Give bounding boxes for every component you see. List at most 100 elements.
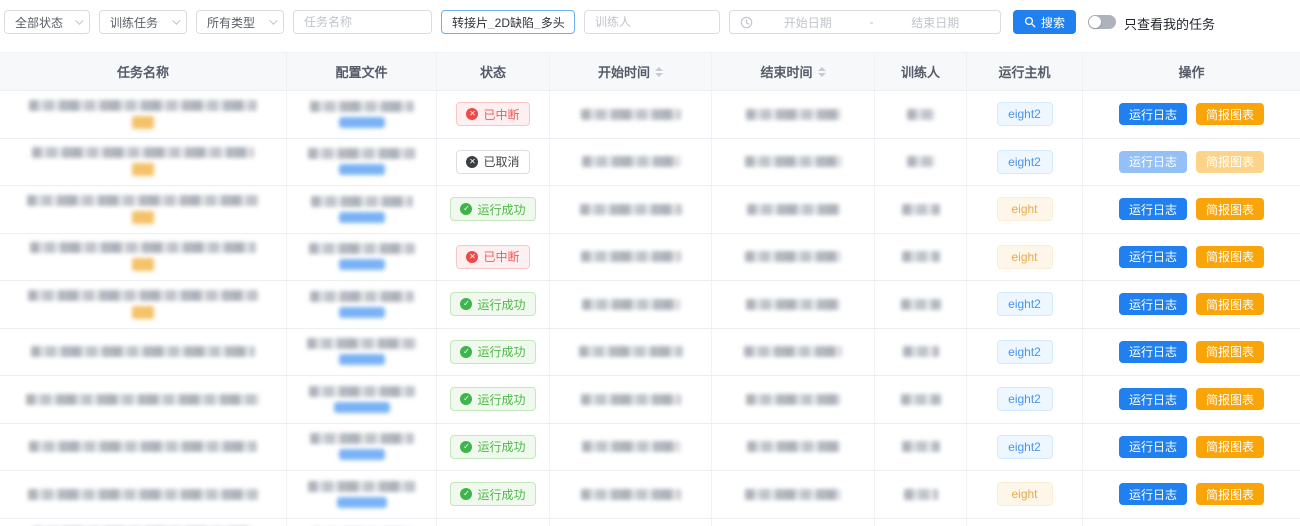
config-file-cell	[287, 519, 437, 526]
category-filter-select[interactable]: 所有类型	[196, 10, 284, 34]
redacted-config-link[interactable]	[339, 212, 385, 223]
status-filter-select[interactable]: 全部状态	[4, 10, 90, 34]
run-log-button[interactable]: 运行日志	[1119, 246, 1187, 268]
status-icon: ✕	[466, 108, 478, 120]
trainer-cell	[875, 519, 967, 526]
report-chart-button[interactable]: 简报图表	[1196, 436, 1264, 458]
redacted-config-link[interactable]	[339, 259, 385, 270]
trainer-cell	[875, 329, 967, 376]
config-file-cell	[287, 424, 437, 471]
category-filter-value: 所有类型	[207, 14, 255, 31]
redacted-config-link[interactable]	[339, 117, 385, 128]
redacted-end-time	[746, 109, 841, 120]
run-log-button[interactable]: 运行日志	[1119, 436, 1187, 458]
trainer-input-wrap	[584, 10, 720, 34]
report-chart-button[interactable]: 简报图表	[1196, 151, 1264, 173]
table-row: ✓ 运行成功 eight 运行日志 简报图表	[0, 186, 1300, 234]
status-badge: ✓ 运行成功	[450, 387, 535, 411]
end-time-cell	[712, 234, 875, 281]
task-name-cell	[0, 234, 287, 281]
redacted-task-name	[28, 290, 258, 301]
filter-bar: 全部状态 训练任务 所有类型 开始日期 - 结束日期 搜索 只查	[0, 0, 1300, 52]
redacted-config-link[interactable]	[339, 449, 385, 460]
redacted-config-link[interactable]	[334, 402, 390, 413]
status-label: 运行成功	[477, 391, 525, 408]
table-row: ✕ 已取消 eight2 运行日志 简报图表	[0, 139, 1300, 187]
report-chart-button[interactable]: 简报图表	[1196, 198, 1264, 220]
redacted-task-name	[30, 242, 256, 253]
config-file-cell	[287, 186, 437, 233]
keyword-input-wrap	[441, 10, 575, 34]
run-log-button[interactable]: 运行日志	[1119, 388, 1187, 410]
redacted-trainer	[907, 109, 935, 120]
end-time-cell	[712, 186, 875, 233]
config-file-cell	[287, 139, 437, 186]
end-date-placeholder[interactable]: 结束日期	[881, 14, 991, 31]
run-log-button[interactable]: 运行日志	[1119, 103, 1187, 125]
actions-cell: 运行日志 简报图表	[1083, 91, 1300, 138]
status-badge: ✓ 运行成功	[450, 197, 535, 221]
table-row: ✕ 已中断 eight 运行日志 简报图表	[0, 234, 1300, 282]
task-name-cell	[0, 139, 287, 186]
table-row: ✓ 运行成功 eight2 运行日志 简报图表	[0, 376, 1300, 424]
report-chart-button[interactable]: 简报图表	[1196, 293, 1264, 315]
sort-caret-icon[interactable]	[655, 67, 663, 77]
run-log-button[interactable]: 运行日志	[1119, 293, 1187, 315]
run-log-button[interactable]: 运行日志	[1119, 341, 1187, 363]
status-label: 运行成功	[477, 296, 525, 313]
search-button[interactable]: 搜索	[1013, 10, 1076, 34]
keyword-input[interactable]	[452, 15, 564, 29]
redacted-trainer	[901, 299, 941, 310]
start-time-cell	[550, 186, 712, 233]
redacted-task-name	[29, 100, 257, 111]
report-chart-button[interactable]: 简报图表	[1196, 103, 1264, 125]
my-tasks-toggle[interactable]	[1088, 15, 1116, 29]
status-cell: ✓ 运行成功	[437, 281, 550, 328]
status-filter-value: 全部状态	[15, 14, 63, 31]
table-row: ✓ 运行成功 eight 运行日志 简报图表	[0, 471, 1300, 519]
report-chart-button[interactable]: 简报图表	[1196, 388, 1264, 410]
status-label: 运行成功	[477, 343, 525, 360]
redacted-task-name	[28, 489, 258, 500]
start-time-cell	[550, 424, 712, 471]
run-log-button[interactable]: 运行日志	[1119, 151, 1187, 173]
redacted-config-name	[307, 338, 417, 349]
table-header: 任务名称 配置文件 状态 开始时间 结束时间 训练人 运行主机 操作	[0, 53, 1300, 91]
task-name-input-wrap	[293, 10, 432, 34]
trainer-input[interactable]	[595, 15, 709, 29]
redacted-config-link[interactable]	[339, 307, 385, 318]
status-icon: ✕	[466, 251, 478, 263]
report-chart-button[interactable]: 简报图表	[1196, 483, 1264, 505]
task-name-input[interactable]	[304, 15, 421, 29]
redacted-end-time	[744, 346, 842, 357]
status-badge: ✕ 已取消	[456, 150, 529, 174]
run-log-button[interactable]: 运行日志	[1119, 483, 1187, 505]
task-type-filter-select[interactable]: 训练任务	[99, 10, 187, 34]
date-range-picker[interactable]: 开始日期 - 结束日期	[729, 10, 1001, 34]
status-icon: ✓	[460, 441, 472, 453]
report-chart-button[interactable]: 简报图表	[1196, 246, 1264, 268]
search-icon	[1024, 16, 1036, 28]
redacted-config-link[interactable]	[339, 354, 385, 365]
actions-cell: 运行日志 简报图表	[1083, 424, 1300, 471]
sort-caret-icon[interactable]	[818, 67, 826, 77]
actions-cell: 运行日志 简报图表	[1083, 471, 1300, 518]
report-chart-button[interactable]: 简报图表	[1196, 341, 1264, 363]
redacted-end-time	[746, 394, 841, 405]
start-date-placeholder[interactable]: 开始日期	[753, 14, 863, 31]
redacted-config-name	[311, 196, 413, 207]
host-badge: eight2	[997, 150, 1053, 174]
date-range-separator: -	[863, 15, 881, 29]
run-log-button[interactable]: 运行日志	[1119, 198, 1187, 220]
redacted-config-link[interactable]	[339, 164, 385, 175]
actions-cell: 运行日志 简报图表	[1083, 519, 1300, 526]
trainer-cell	[875, 91, 967, 138]
host-badge: eight2	[997, 435, 1053, 459]
redacted-trainer	[901, 394, 941, 405]
start-time-cell	[550, 471, 712, 518]
search-button-label: 搜索	[1041, 14, 1065, 31]
status-label: 已中断	[483, 248, 519, 265]
redacted-trainer	[902, 204, 940, 215]
host-badge: eight2	[997, 340, 1053, 364]
redacted-config-link[interactable]	[337, 497, 387, 508]
